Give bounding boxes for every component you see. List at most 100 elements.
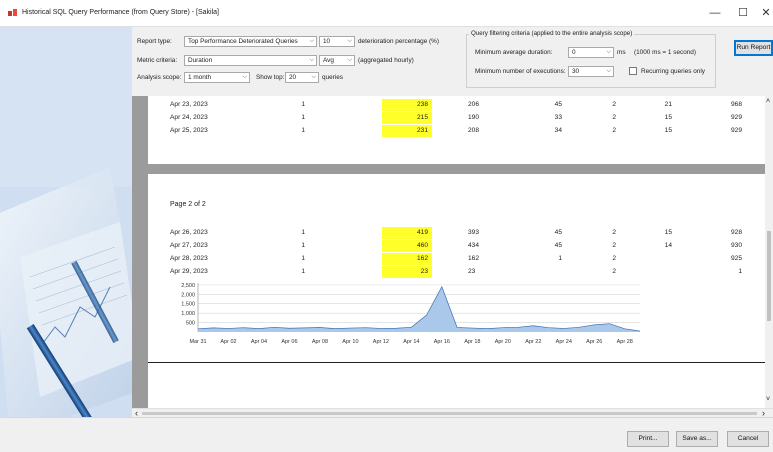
scroll-down-icon[interactable]: ˅ [766, 396, 770, 403]
table-cell: 434 [468, 242, 480, 249]
deterioration-label: deterioration percentage (%) [358, 38, 439, 45]
report-type-label: Report type: [137, 38, 172, 45]
print-button[interactable]: Print... [627, 431, 669, 447]
report-type-select[interactable]: Top Performance Deteriorated Queries ⌵ [184, 36, 317, 47]
table-cell: 1 [301, 127, 305, 134]
title-bar: Historical SQL Query Performance (from Q… [0, 0, 773, 27]
decorative-banner [0, 27, 132, 417]
table-cell: 1 [301, 268, 305, 275]
table-cell: Apr 28, 2023 [170, 255, 208, 262]
table-cell: 45 [554, 229, 562, 236]
report-viewer: Apr 23, 2023 1 238 206 45 2 21 968 Apr 24, 2023 1… [132, 96, 765, 408]
table-cell: 21 [664, 101, 672, 108]
y-tick-label: 500 [186, 321, 195, 327]
table-cell: 2 [612, 242, 616, 249]
analysis-scope-label: Analysis scope: [137, 74, 182, 81]
chevron-down-icon: ⌵ [309, 38, 314, 44]
x-tick-label: Apr 08 [312, 339, 328, 345]
chevron-down-icon: ⌵ [311, 74, 316, 80]
table-cell: 2 [612, 255, 616, 262]
show-top-label: Show top: [256, 74, 285, 81]
min-executions-value: 30 [572, 68, 580, 75]
queries-label: queries [322, 74, 343, 81]
metric-criteria-select[interactable]: Duration ⌵ [184, 55, 317, 66]
table-cell: 393 [468, 229, 480, 236]
run-report-button[interactable]: Run Report [734, 40, 773, 56]
table-cell: 162 [416, 255, 428, 262]
horizontal-scroll-thumb[interactable] [142, 412, 757, 415]
chevron-down-icon: ⌵ [242, 74, 247, 80]
table-cell: 238 [416, 101, 428, 108]
x-tick-label: Apr 10 [342, 339, 358, 345]
table-cell: Apr 27, 2023 [170, 242, 208, 249]
table-cell: 15 [664, 229, 672, 236]
y-tick-label: 2,500 [181, 283, 195, 289]
table-cell: 460 [416, 242, 428, 249]
table-cell: 33 [554, 114, 562, 121]
ms-label: ms [617, 49, 626, 56]
min-duration-label: Minimum average duration: [475, 49, 553, 56]
table-cell: 1 [301, 255, 305, 262]
filter-groupbox [466, 34, 716, 88]
save-as-button[interactable]: Save as... [676, 431, 718, 447]
table-cell: Apr 25, 2023 [170, 127, 208, 134]
aggregate-label: (aggregated hourly) [358, 57, 414, 64]
recurring-checkbox[interactable] [629, 67, 637, 75]
filter-group-label: Query filtering criteria (applied to the… [469, 30, 635, 37]
table-cell: 231 [416, 127, 428, 134]
x-tick-label: Apr 14 [403, 339, 419, 345]
table-cell: 2 [612, 114, 616, 121]
table-cell: 1 [301, 114, 305, 121]
analysis-scope-select[interactable]: 1 month ⌵ [184, 72, 250, 83]
x-tick-label: Apr 24 [556, 339, 572, 345]
x-tick-label: Apr 18 [464, 339, 480, 345]
table-cell: Apr 26, 2023 [170, 229, 208, 236]
show-top-value: 20 [289, 74, 297, 81]
x-tick-label: Apr 12 [373, 339, 389, 345]
bottom-button-bar: Print... Save as... Cancel [0, 417, 773, 452]
min-duration-input[interactable]: 0 ⌵ [568, 47, 614, 58]
table-cell: 208 [468, 127, 480, 134]
x-tick-label: Apr 04 [251, 339, 267, 345]
cancel-button[interactable]: Cancel [727, 431, 769, 447]
y-tick-label: 1,000 [181, 311, 195, 317]
report-type-value: Top Performance Deteriorated Queries [188, 38, 298, 45]
page-header: Page 2 of 2 [170, 201, 206, 208]
table-cell: Apr 29, 2023 [170, 268, 208, 275]
show-top-select[interactable]: 20 ⌵ [285, 72, 319, 83]
chevron-down-icon: ⌵ [347, 38, 352, 44]
report-page-2: Page 2 of 2 Apr 26, 2023 1 419 393 45 2 15 928 A… [148, 174, 765, 408]
aggregate-select[interactable]: Avg ⌵ [319, 55, 355, 66]
minimize-button[interactable]: — [700, 3, 730, 23]
table-cell: 206 [468, 101, 480, 108]
table-cell: 2 [612, 229, 616, 236]
vertical-scroll-thumb[interactable] [767, 231, 771, 321]
x-tick-label: Apr 06 [281, 339, 297, 345]
vertical-scrollbar[interactable]: ˄ ˅ [765, 96, 773, 408]
duration-chart: 2,500 2,000 1,500 1,000 500 Mar 31 Apr 02 Apr … [181, 283, 641, 345]
table-cell: Apr 24, 2023 [170, 114, 208, 121]
report-controls: Report type: Top Performance Deteriorate… [132, 27, 773, 96]
table-cell: 2 [612, 101, 616, 108]
x-tick-label: Apr 26 [586, 339, 602, 345]
table-cell: 1 [301, 229, 305, 236]
table-cell: Apr 23, 2023 [170, 101, 208, 108]
table-cell: 23 [420, 268, 428, 275]
table-cell: 928 [730, 229, 742, 236]
min-executions-input[interactable]: 30 ⌵ [568, 66, 614, 77]
x-tick-label: Apr 02 [220, 339, 236, 345]
x-tick-label: Mar 31 [189, 339, 206, 345]
y-tick-label: 2,000 [181, 292, 195, 298]
chevron-down-icon: ⌵ [606, 68, 611, 74]
table-cell: 2 [612, 268, 616, 275]
scroll-up-icon[interactable]: ˄ [766, 98, 770, 105]
table-cell: 34 [554, 127, 562, 134]
table-cell: 925 [730, 255, 742, 262]
table-cell: 45 [554, 101, 562, 108]
ms-note: (1000 ms = 1 second) [634, 49, 696, 56]
chart-area [197, 285, 641, 332]
table-cell: 2 [612, 127, 616, 134]
deterioration-select[interactable]: 10 ⌵ [319, 36, 355, 47]
close-button[interactable]: ✕ [751, 3, 773, 23]
chevron-down-icon: ⌵ [309, 57, 314, 63]
